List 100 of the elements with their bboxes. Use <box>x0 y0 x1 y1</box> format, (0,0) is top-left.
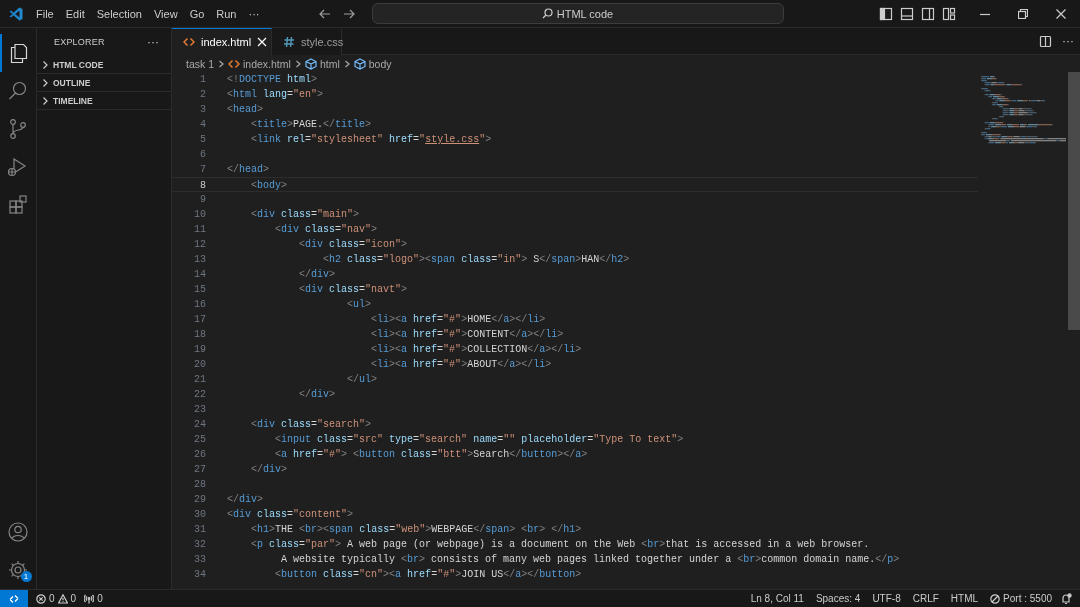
vscode-logo-icon <box>8 5 24 22</box>
status-item[interactable]: Port : 5500 <box>986 593 1056 604</box>
ports-status[interactable]: 0 <box>80 593 107 604</box>
restore-icon[interactable] <box>1018 8 1028 19</box>
status-item[interactable]: Ln 8, Col 11 <box>746 593 808 604</box>
primary-sidebar-icon[interactable] <box>879 6 893 21</box>
sidebar-section[interactable]: HTML CODE <box>37 56 171 74</box>
code-line: <!DOCTYPE html> <box>227 73 318 87</box>
code-line: <body> <box>250 179 288 191</box>
line-number: 12 <box>193 238 206 252</box>
code-line: <input class="src" type="search" name="" placeholder="Type To text"> <box>274 433 684 447</box>
line-number: 34 <box>193 568 206 582</box>
code-line: <div class="main"> <box>250 208 360 222</box>
menu-item[interactable]: Go <box>183 4 211 23</box>
search-icon <box>541 8 553 19</box>
error-icon <box>36 593 46 604</box>
scrollbar-thumb[interactable] <box>1068 72 1080 330</box>
line-number: 6 <box>199 148 206 162</box>
more-actions-button[interactable]: ··· <box>1062 34 1074 48</box>
code-line: <li><a href="#">CONTENT</a></li> <box>370 328 564 342</box>
panel-icon[interactable] <box>900 6 914 21</box>
code-line: </head> <box>227 163 270 177</box>
line-number: 29 <box>193 493 206 507</box>
line-number: 24 <box>193 418 206 432</box>
menu-item[interactable]: Run <box>210 4 243 23</box>
secondary-sidebar-icon[interactable] <box>921 6 935 21</box>
menu-item[interactable]: Edit <box>59 4 91 23</box>
code-line: </div> <box>298 268 336 282</box>
code-line: <a href="#"> <button class="btt">Search</button></a> <box>274 448 588 462</box>
code-line: <h2 class="logo"><span class="in"> S</span>HAN</h2> <box>322 253 630 267</box>
line-number: 25 <box>193 433 206 447</box>
breadcrumb-item[interactable]: html <box>303 57 341 70</box>
line-number: 27 <box>193 463 206 477</box>
menu-item[interactable]: View <box>147 4 184 23</box>
sidebar-section[interactable]: OUTLINE <box>37 74 171 92</box>
more-actions-button[interactable]: ··· <box>147 35 159 49</box>
extensions-icon[interactable] <box>6 193 30 217</box>
breadcrumb-item[interactable]: index.html <box>227 57 292 70</box>
line-number: 30 <box>193 508 206 522</box>
line-number: 26 <box>193 448 206 462</box>
split-editor-icon[interactable] <box>1039 34 1052 48</box>
line-number: 7 <box>199 163 206 177</box>
code-line: <p class="par"> A web page (or webpage) is a document on the Web <br>that is accessed in a web browser. <box>250 538 870 552</box>
line-number: 15 <box>193 283 206 297</box>
line-number: 4 <box>199 118 206 132</box>
menu-item[interactable]: Selection <box>90 4 148 23</box>
chevron-icon <box>217 58 225 69</box>
settings-icon[interactable] <box>6 558 30 582</box>
status-item[interactable]: HTML <box>946 593 983 604</box>
code-line: </ul> <box>346 373 378 387</box>
more-menu[interactable]: ··· <box>242 4 266 23</box>
chevron-icon <box>293 58 302 69</box>
line-number: 22 <box>193 388 206 402</box>
code-line: <div class="icon"> <box>298 238 408 252</box>
antenna-icon <box>84 593 95 604</box>
line-number: 14 <box>193 268 206 282</box>
remote-button[interactable] <box>0 590 28 607</box>
html-file-icon <box>183 36 195 48</box>
line-number: 33 <box>193 553 206 567</box>
code-line: <html lang="en"> <box>227 88 324 102</box>
line-number: 3 <box>199 103 206 117</box>
status-item[interactable]: UTF-8 <box>868 593 905 604</box>
line-number: 23 <box>193 403 206 417</box>
html-file-icon <box>228 57 240 70</box>
account-icon[interactable] <box>6 520 30 544</box>
code-line: <head> <box>227 103 264 117</box>
line-number: 20 <box>193 358 206 372</box>
line-number: 21 <box>193 373 206 387</box>
notification-badge: 1 <box>20 571 32 582</box>
line-number: 8 <box>199 179 206 191</box>
cube-icon <box>353 57 366 70</box>
line-number: 5 <box>199 133 206 147</box>
notifications-icon[interactable] <box>1060 592 1072 605</box>
code-line: <title>PAGE.</title> <box>250 118 372 132</box>
command-center[interactable]: HTML code <box>371 3 784 24</box>
status-item[interactable]: CRLF <box>908 593 943 604</box>
blocked-icon <box>990 593 1001 604</box>
line-number: 2 <box>199 88 206 102</box>
menu-item[interactable]: File <box>30 4 60 23</box>
problems-status[interactable]: 0 0 <box>32 593 81 604</box>
code-line: <h1>THE <br><span class="web">WEBPAGE</span> <br> </h1> <box>250 523 582 537</box>
code-line: <li><a href="#">HOME</a></li> <box>370 313 546 327</box>
chevron-icon <box>342 58 351 69</box>
line-number: 19 <box>193 343 206 357</box>
code-line: <div class="navt"> <box>298 283 408 297</box>
line-number: 31 <box>193 523 206 537</box>
line-number: 17 <box>193 313 206 327</box>
editor-tab[interactable]: index.html <box>172 28 272 55</box>
code-line: <link rel="stylesheet" href="style.css"> <box>250 133 492 147</box>
breadcrumb-item[interactable]: task 1 <box>185 57 215 70</box>
breadcrumb-item[interactable]: body <box>352 57 393 70</box>
sidebar-section[interactable]: TIMELINE <box>37 92 171 110</box>
sidebar-title: EXPLORER <box>54 37 105 47</box>
code-line: </div> <box>250 463 288 477</box>
code-line: </div> <box>227 493 264 507</box>
layout-icon[interactable] <box>942 6 956 21</box>
line-number: 9 <box>199 193 206 207</box>
code-line: <button class="cn"><a href="#">JOIN US</a></button> <box>274 568 582 582</box>
status-item[interactable]: Spaces: 4 <box>811 593 865 604</box>
close-icon[interactable] <box>1056 8 1066 19</box>
